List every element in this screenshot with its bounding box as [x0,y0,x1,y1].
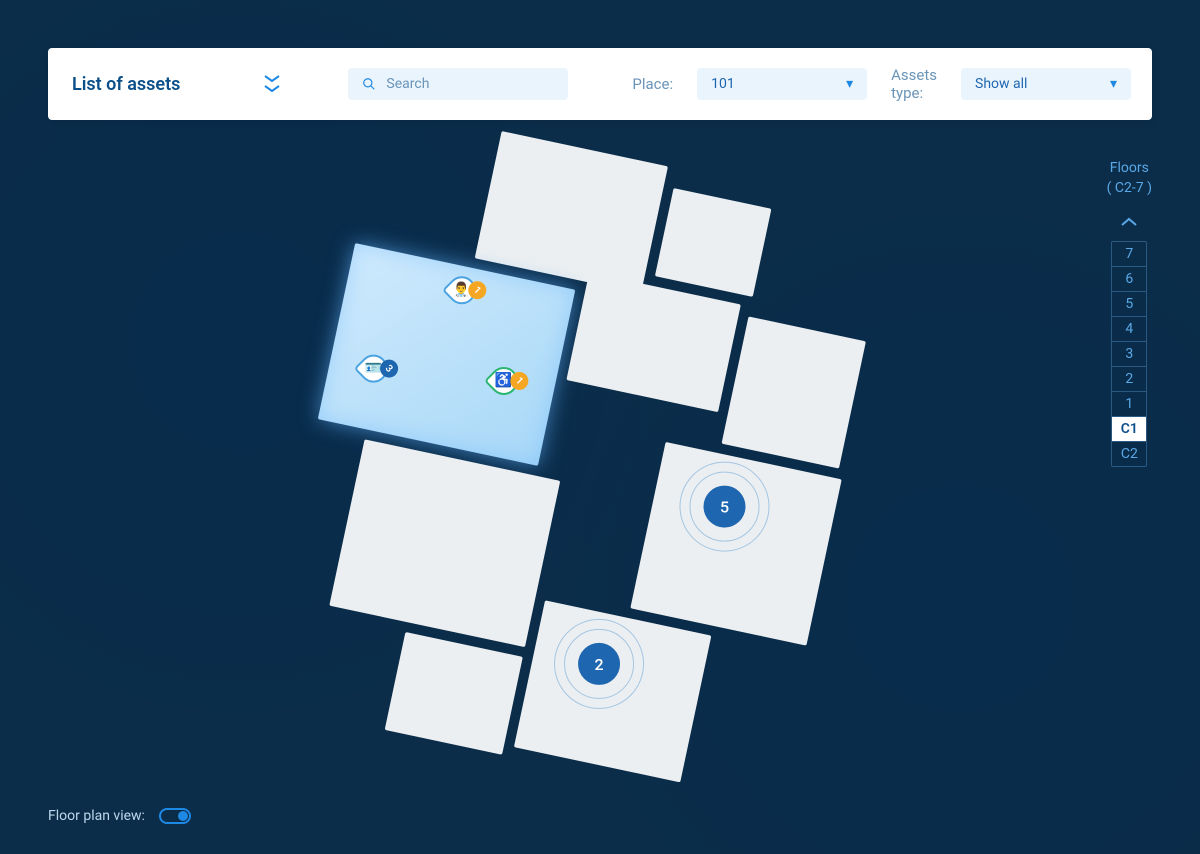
assets-type-label: Assets type: [891,66,937,102]
floor-item-6[interactable]: 6 [1112,267,1146,292]
search-icon [362,76,376,92]
floors-panel: Floors ( C2-7 ) 7654321C1C2 [1107,160,1152,467]
place-value: 101 [711,76,735,92]
floor-plan-view-switch[interactable] [159,808,191,824]
search-box[interactable] [348,68,568,100]
floor-item-3[interactable]: 3 [1112,342,1146,367]
chevron-down-icon [264,85,280,93]
room[interactable] [329,439,560,647]
floor-item-2[interactable]: 2 [1112,367,1146,392]
floor-item-4[interactable]: 4 [1112,317,1146,342]
floor-item-7[interactable]: 7 [1112,242,1146,267]
collapse-toggle[interactable] [264,75,280,93]
caret-down-icon: ▾ [846,76,853,92]
asset-cluster[interactable]: 2 [578,643,620,685]
floor-item-c2[interactable]: C2 [1112,442,1146,466]
chevron-up-icon [1121,217,1137,227]
search-input[interactable] [386,76,554,92]
floor-plan[interactable]: 👨‍⚕️ 1 🪪 3 ♿ 1 5 2 [268,106,932,770]
asset-marker-card[interactable]: 🪪 3 [360,355,388,383]
topbar: List of assets Place: 101 ▾ Assets type:… [48,48,1152,120]
floors-range: ( C2-7 ) [1107,180,1152,196]
assets-type-value: Show all [975,76,1027,92]
floor-item-c1[interactable]: C1 [1112,417,1146,442]
assets-type-select[interactable]: Show all ▾ [961,68,1131,100]
floor-plan-view-label: Floor plan view: [48,808,145,824]
room[interactable] [385,632,523,755]
asset-marker-wheelchair[interactable]: ♿ 1 [490,367,518,395]
floors-list: 7654321C1C2 [1111,241,1147,467]
room-highlighted[interactable] [318,243,576,466]
cluster-ring [564,629,634,699]
floor-plan-view-toggle-row: Floor plan view: [48,808,191,824]
room[interactable] [655,188,772,297]
room[interactable] [566,272,740,412]
floor-item-1[interactable]: 1 [1112,392,1146,417]
caret-down-icon: ▾ [1110,76,1117,92]
room[interactable] [475,131,668,294]
place-select[interactable]: 101 ▾ [697,68,867,100]
floors-up-button[interactable] [1121,212,1137,231]
topbar-title: List of assets [72,74,180,95]
room[interactable] [722,316,866,468]
asset-cluster[interactable]: 5 [704,486,746,528]
cluster-ring [690,472,760,542]
asset-marker-doctor[interactable]: 👨‍⚕️ 1 [448,276,476,304]
place-label: Place: [632,75,673,93]
floor-item-5[interactable]: 5 [1112,292,1146,317]
floors-title: Floors [1107,160,1152,176]
chevron-down-icon [264,75,280,83]
switch-knob [178,811,188,821]
